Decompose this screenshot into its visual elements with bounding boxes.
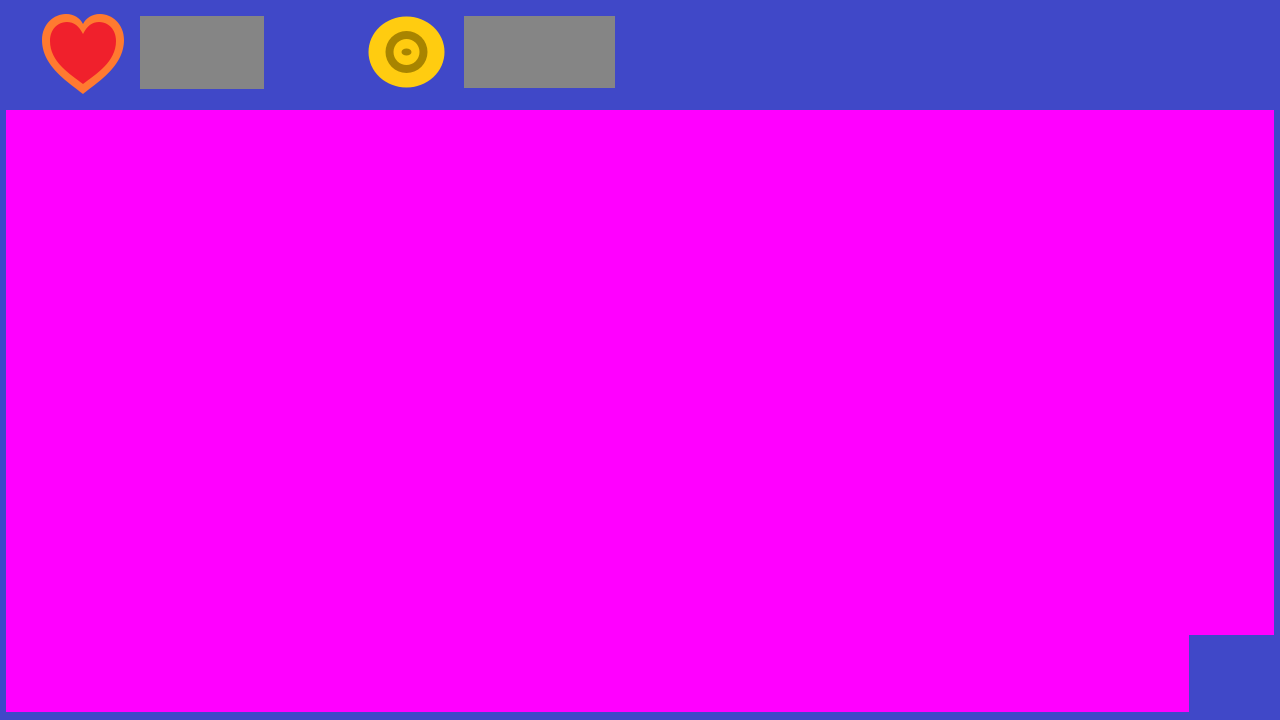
coin-icon	[368, 16, 445, 88]
coin-value-box	[464, 16, 615, 88]
heart-icon	[38, 12, 128, 96]
game-screen	[0, 0, 1280, 720]
game-viewport[interactable]	[6, 110, 1274, 712]
coin-center	[401, 48, 412, 56]
health-value-box	[140, 16, 264, 89]
hud-bar	[0, 0, 1280, 108]
corner-block	[1189, 635, 1280, 720]
